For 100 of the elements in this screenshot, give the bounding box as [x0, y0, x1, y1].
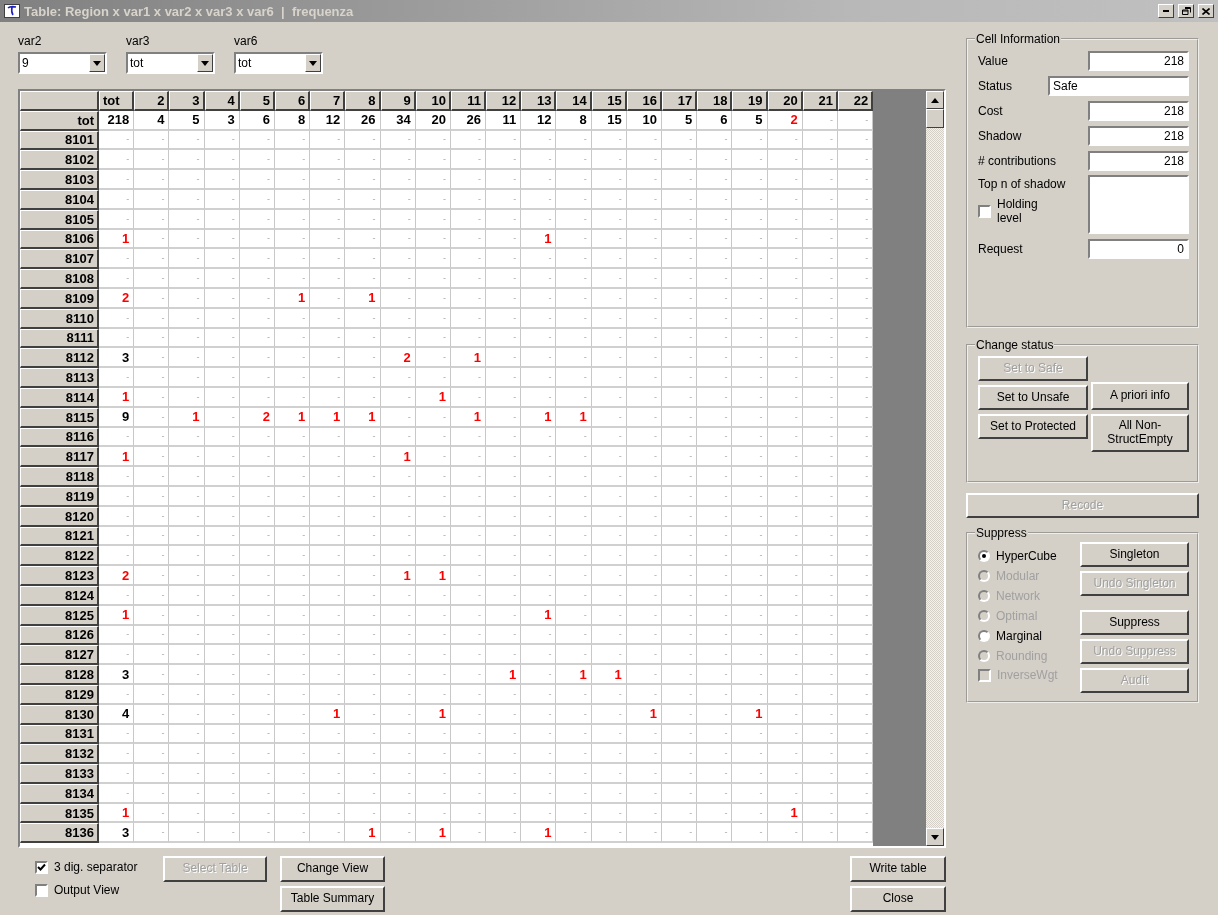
table-cell[interactable]: -: [521, 209, 557, 230]
table-cell[interactable]: -: [274, 526, 311, 547]
table-cell[interactable]: -: [697, 783, 733, 804]
table-cell[interactable]: -: [591, 546, 627, 567]
table-cell[interactable]: -: [204, 823, 240, 844]
table-cell[interactable]: -: [697, 645, 733, 666]
table-cell[interactable]: -: [626, 368, 662, 388]
table-cell[interactable]: -: [662, 229, 698, 250]
table-cell[interactable]: -: [486, 427, 522, 448]
table-cell[interactable]: -: [99, 269, 135, 289]
table-cell[interactable]: -: [134, 130, 170, 151]
table-cell[interactable]: 8: [556, 110, 592, 131]
table-cell[interactable]: -: [345, 605, 381, 626]
table-cell[interactable]: -: [415, 288, 451, 309]
table-cell[interactable]: -: [169, 447, 205, 468]
table-cell[interactable]: -: [134, 190, 170, 210]
table-cell[interactable]: -: [626, 288, 662, 309]
table-cell[interactable]: 1: [626, 704, 662, 725]
table-cell[interactable]: -: [99, 368, 135, 388]
table-cell[interactable]: -: [204, 665, 240, 685]
table-cell[interactable]: -: [99, 427, 135, 448]
table-cell[interactable]: -: [662, 467, 698, 487]
table-cell[interactable]: -: [134, 170, 170, 190]
table-cell[interactable]: -: [239, 467, 275, 487]
table-cell[interactable]: -: [556, 269, 592, 289]
checkbox[interactable]: [978, 205, 991, 219]
table-cell[interactable]: -: [732, 486, 768, 507]
table-cell[interactable]: -: [134, 645, 170, 666]
table-cell[interactable]: -: [204, 803, 240, 824]
table-cell[interactable]: -: [732, 348, 768, 369]
table-cell[interactable]: -: [591, 348, 627, 369]
table-cell[interactable]: -: [802, 387, 838, 408]
table-cell[interactable]: -: [591, 585, 627, 606]
table-cell[interactable]: -: [732, 407, 768, 428]
table-cell[interactable]: -: [169, 209, 205, 230]
table-cell[interactable]: -: [767, 724, 803, 745]
table-cell[interactable]: -: [697, 447, 733, 468]
table-cell[interactable]: -: [521, 803, 557, 824]
table-cell[interactable]: -: [591, 566, 627, 586]
table-cell[interactable]: -: [274, 546, 311, 567]
table-cell[interactable]: -: [556, 823, 592, 844]
table-cell[interactable]: -: [134, 665, 170, 685]
table-cell[interactable]: -: [591, 486, 627, 507]
table-cell[interactable]: -: [662, 170, 698, 190]
table-cell[interactable]: -: [521, 368, 557, 388]
table-cell[interactable]: -: [450, 308, 487, 329]
table-cell[interactable]: -: [556, 447, 592, 468]
table-cell[interactable]: -: [697, 665, 733, 685]
table-cell[interactable]: -: [591, 764, 627, 784]
table-cell[interactable]: -: [310, 447, 346, 468]
table-cell[interactable]: -: [134, 209, 170, 230]
table-cell[interactable]: -: [204, 150, 240, 171]
table-cell[interactable]: -: [802, 585, 838, 606]
table-cell[interactable]: -: [802, 803, 838, 824]
table-cell[interactable]: -: [556, 249, 592, 270]
table-cell[interactable]: -: [239, 566, 275, 586]
table-cell[interactable]: -: [239, 744, 275, 765]
table-cell[interactable]: -: [204, 724, 240, 745]
table-cell[interactable]: -: [697, 764, 733, 784]
table-cell[interactable]: -: [697, 625, 733, 646]
table-cell[interactable]: -: [767, 407, 803, 428]
table-cell[interactable]: -: [697, 744, 733, 765]
table-cell[interactable]: -: [732, 170, 768, 190]
table-cell[interactable]: -: [204, 130, 240, 151]
table-cell[interactable]: -: [486, 447, 522, 468]
table-cell[interactable]: 1: [450, 348, 487, 369]
table-cell[interactable]: -: [415, 170, 451, 190]
table-cell[interactable]: 1: [169, 407, 205, 428]
table-cell[interactable]: -: [274, 566, 311, 586]
table-cell[interactable]: -: [767, 506, 803, 527]
table-cell[interactable]: -: [239, 288, 275, 309]
table-cell[interactable]: -: [556, 645, 592, 666]
table-cell[interactable]: -: [239, 170, 275, 190]
table-cell[interactable]: -: [415, 486, 451, 507]
table-cell[interactable]: -: [591, 328, 627, 349]
dropdown[interactable]: 9: [18, 52, 107, 74]
table-cell[interactable]: -: [274, 486, 311, 507]
table-cell[interactable]: -: [169, 506, 205, 527]
table-cell[interactable]: -: [415, 269, 451, 289]
table-cell[interactable]: -: [697, 170, 733, 190]
table-cell[interactable]: -: [274, 190, 311, 210]
table-cell[interactable]: -: [662, 486, 698, 507]
table-cell[interactable]: -: [274, 249, 311, 270]
table-cell[interactable]: -: [274, 387, 311, 408]
table-cell[interactable]: -: [521, 506, 557, 527]
table-cell[interactable]: -: [732, 368, 768, 388]
table-cell[interactable]: -: [239, 368, 275, 388]
table-cell[interactable]: -: [239, 150, 275, 171]
table-cell[interactable]: -: [99, 764, 135, 784]
table-cell[interactable]: -: [732, 249, 768, 270]
table-cell[interactable]: -: [415, 684, 451, 705]
table-cell[interactable]: -: [310, 170, 346, 190]
table-cell[interactable]: -: [415, 209, 451, 230]
table-cell[interactable]: -: [697, 684, 733, 705]
value-field[interactable]: 0: [1088, 238, 1189, 259]
table-cell[interactable]: -: [732, 744, 768, 765]
table-cell[interactable]: -: [662, 625, 698, 646]
table-cell[interactable]: -: [556, 744, 592, 765]
table-cell[interactable]: -: [99, 724, 135, 745]
table-cell[interactable]: -: [767, 328, 803, 349]
